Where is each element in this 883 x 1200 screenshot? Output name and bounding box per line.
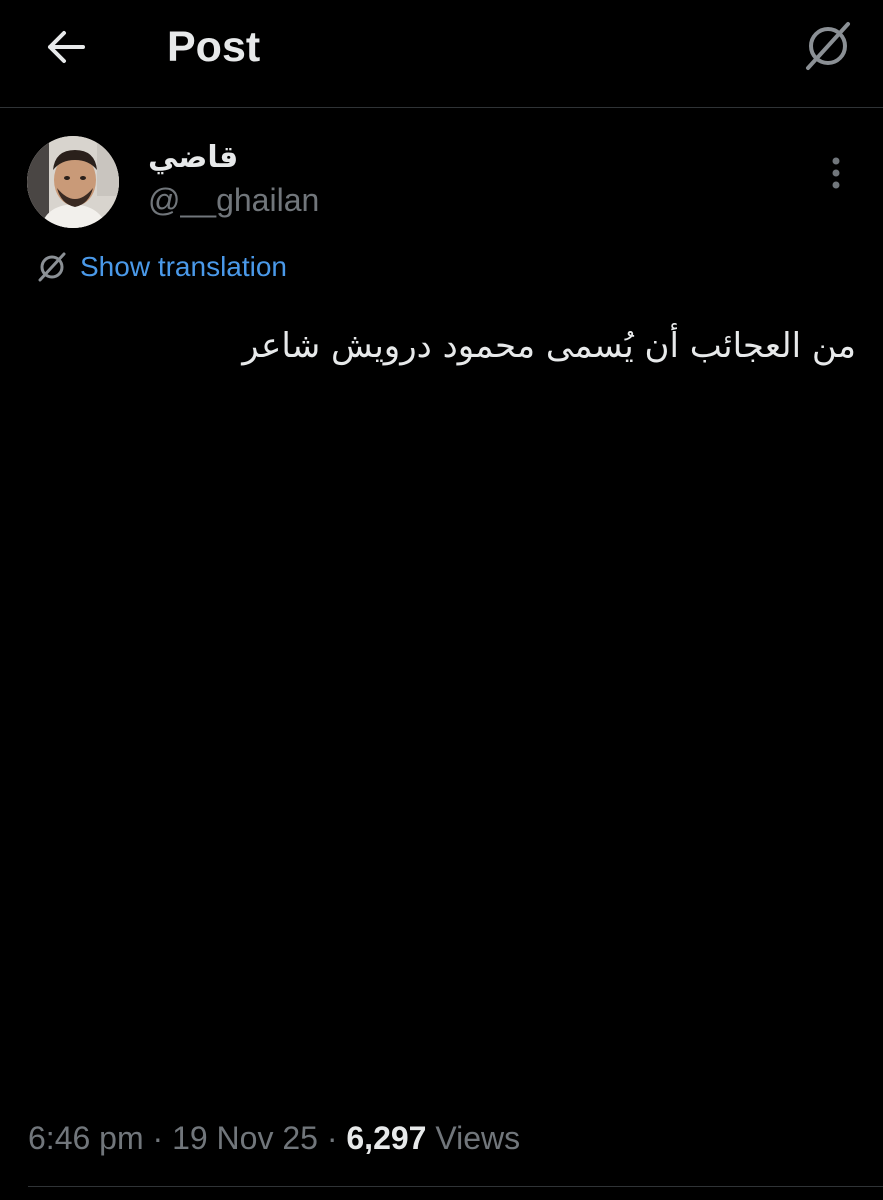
post-text: من العجائب أن يُسمى محمود درويش شاعر [242,326,856,366]
translate-globe-icon [806,22,850,70]
translate-globe-icon [38,252,66,282]
post-meta: 6:46 pm · 19 Nov 25 · 6,297 Views [28,1116,520,1160]
page-title: Post [167,23,261,71]
translate-button[interactable] [800,18,856,74]
views-label: Views [435,1120,521,1156]
post-time[interactable]: 6:46 pm [28,1120,144,1156]
more-vertical-icon [832,157,840,189]
top-bar: Post [0,0,883,108]
arrow-left-icon [48,31,85,63]
divider [28,1186,883,1187]
views-count[interactable]: 6,297 [346,1120,426,1156]
back-button[interactable] [40,22,90,72]
post-date[interactable]: 19 Nov 25 [172,1120,318,1156]
show-translation-link[interactable]: Show translation [36,248,287,286]
author-handle[interactable]: @__ghailan [148,180,319,220]
avatar[interactable] [27,136,119,228]
separator-dot: · [317,1120,347,1156]
show-translation-label: Show translation [80,251,288,282]
author-display-name[interactable]: قاضي [148,138,238,178]
separator-dot: · [143,1120,173,1156]
more-options-button[interactable] [818,150,854,196]
avatar-photo [27,136,119,228]
